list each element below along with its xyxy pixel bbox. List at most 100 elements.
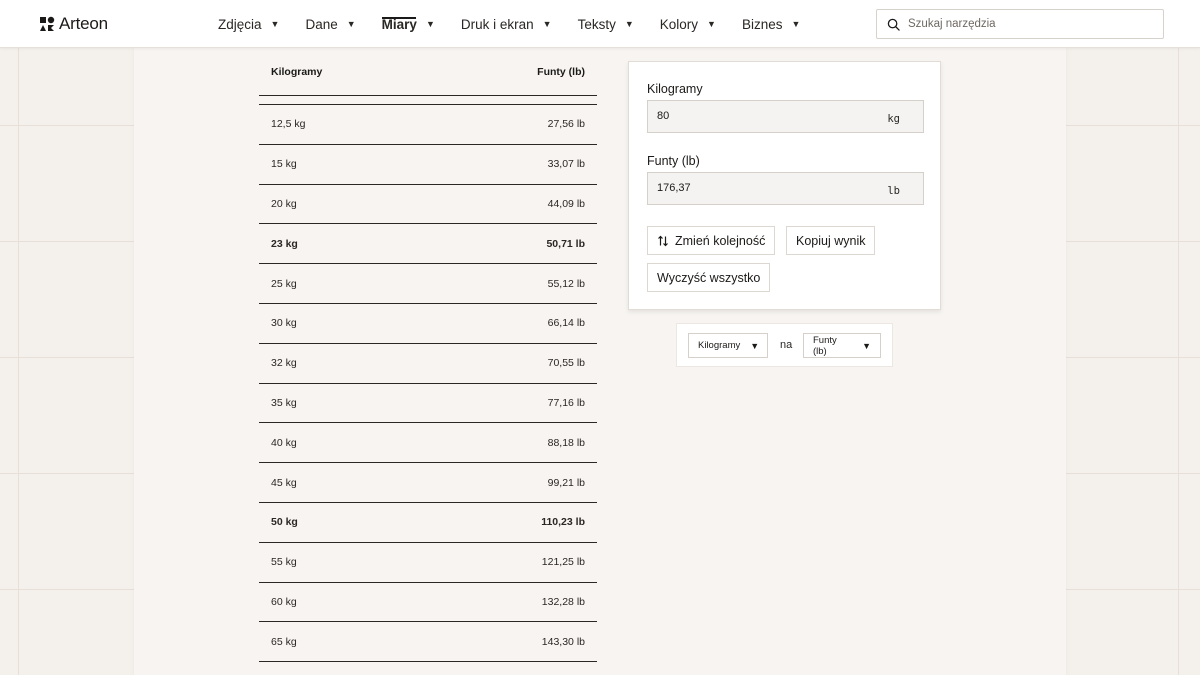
kilograms-cell: 65 kg xyxy=(271,635,297,648)
nav-item-label: Miary xyxy=(381,16,417,32)
chevron-down-icon: ▼ xyxy=(425,19,435,29)
nav-item-kolory[interactable]: Kolory ▼ xyxy=(660,0,716,48)
search-icon xyxy=(887,18,900,31)
conversion-table: Kilogramy Funty (lb) 12,5 kg 27,56 lb 15 k… xyxy=(259,48,597,675)
nav-item-label: Teksty xyxy=(577,16,616,32)
pounds-cell: 99,21 lb xyxy=(547,476,585,489)
nav-item-biznes[interactable]: Biznes ▼ xyxy=(742,0,800,48)
table-row: 30 kg 66,14 lb xyxy=(259,302,597,343)
table-row: 60 kg 132,28 lb xyxy=(259,581,597,622)
table-row: 12,5 kg 27,56 lb xyxy=(259,104,597,144)
table-row: 40 kg 88,18 lb xyxy=(259,422,597,462)
nav-item-label: Druk i ekran xyxy=(460,16,534,32)
to-unit-select[interactable]: Funty (lb) ▼ xyxy=(803,333,881,358)
brand-logo[interactable]: Arteon xyxy=(39,14,108,34)
table-row: 15 kg 33,07 lb xyxy=(259,143,597,184)
kilograms-cell: 45 kg xyxy=(271,476,297,489)
kilograms-cell: 35 kg xyxy=(271,396,297,409)
table-row: 25 kg 55,12 lb xyxy=(259,263,597,303)
kilograms-cell: 32 kg xyxy=(271,357,297,370)
chevron-down-icon: ▼ xyxy=(791,19,801,29)
table-row: 35 kg 77,16 lb xyxy=(259,382,597,423)
kilograms-cell: 25 kg xyxy=(271,277,297,290)
pounds-cell: 77,16 lb xyxy=(547,396,585,409)
kilograms-cell: 60 kg xyxy=(271,595,297,608)
copy-result-button[interactable]: Kopiuj wynik xyxy=(786,226,876,255)
top-navigation-bar: Arteon Zdjęcia ▼ Dane ▼ Miary ▼ Druk i ekran ▼ T… xyxy=(0,0,1200,48)
pounds-cell: 110,23 lb xyxy=(541,516,585,529)
main-nav: Zdjęcia ▼ Dane ▼ Miary ▼ Druk i ekran ▼ Teksty ▼ K… xyxy=(218,0,826,48)
brand-name: Arteon xyxy=(59,14,108,33)
from-field[interactable]: kg xyxy=(647,100,924,133)
table-row: 70 kg154,32 lb xyxy=(259,661,597,675)
table-row: 65 kg 143,30 lb xyxy=(259,621,597,661)
kilograms-cell: 50 kg xyxy=(271,516,298,529)
pounds-cell: 143,30 lb xyxy=(541,635,585,648)
nav-item-label: Zdjęcia xyxy=(218,16,262,32)
nav-item-dane[interactable]: Dane ▼ xyxy=(305,0,355,48)
chevron-down-icon: ▼ xyxy=(542,19,552,29)
pounds-cell: 121,25 lb xyxy=(541,556,585,569)
chevron-down-icon: ▼ xyxy=(624,19,634,29)
nav-item-druk-i-ekran[interactable]: Druk i ekran ▼ xyxy=(461,0,552,48)
to-field[interactable]: lb xyxy=(647,172,924,205)
pounds-cell: 132,28 lb xyxy=(541,595,585,608)
search-box[interactable] xyxy=(876,9,1164,39)
kilograms-cell: 15 kg xyxy=(271,158,297,171)
kilograms-cell: 12,5 kg xyxy=(271,118,306,131)
swap-arrows-icon xyxy=(658,235,668,246)
column-header-kilograms: Kilogramy xyxy=(271,65,323,78)
from-unit-select-value: Kilogramy xyxy=(698,340,741,351)
to-unit: lb xyxy=(887,185,900,197)
kilograms-cell: 55 kg xyxy=(271,556,297,569)
column-header-pounds: Funty (lb) xyxy=(537,65,585,78)
kilograms-input[interactable] xyxy=(657,110,857,122)
table-row: 55 kg 121,25 lb xyxy=(259,541,597,582)
nav-item-label: Biznes xyxy=(741,16,783,32)
arteon-logo-icon xyxy=(40,16,55,31)
pounds-input[interactable] xyxy=(657,182,857,194)
kilograms-cell: 23 kg xyxy=(271,237,298,250)
converter-card: Kilogramy kg Funty (lb) lb Zmień kolejno… xyxy=(628,61,941,310)
kilograms-cell: 40 kg xyxy=(271,436,297,449)
search-input[interactable] xyxy=(908,18,1148,30)
chevron-down-icon: ▼ xyxy=(707,19,716,29)
pounds-cell: 44,09 lb xyxy=(547,197,585,210)
unit-selector: Kilogramy ▼ na Funty (lb) ▼ xyxy=(676,323,893,367)
table-header: Kilogramy Funty (lb) xyxy=(259,48,597,96)
table-row: 23 kg 50,71 lb xyxy=(259,223,597,263)
nav-item-label: Kolory xyxy=(659,16,699,32)
chevron-down-icon: ▼ xyxy=(862,340,871,351)
pounds-cell: 33,07 lb xyxy=(547,158,585,171)
to-unit-select-value: Funty (lb) xyxy=(813,334,837,357)
clear-all-label: Wyczyść wszystko xyxy=(657,270,761,285)
chevron-down-icon: ▼ xyxy=(270,19,280,29)
chevron-down-icon: ▼ xyxy=(750,340,760,351)
from-unit: kg xyxy=(887,113,900,125)
nav-item-teksty[interactable]: Teksty ▼ xyxy=(578,0,634,48)
table-row: 20 kg 44,09 lb xyxy=(259,183,597,224)
nav-item-zdjęcia[interactable]: Zdjęcia ▼ xyxy=(218,0,279,48)
swap-order-button[interactable]: Zmień kolejność xyxy=(647,226,776,255)
to-field-label: Funty (lb) xyxy=(647,154,700,168)
pounds-cell: 66,14 lb xyxy=(547,317,585,330)
clear-all-button[interactable]: Wyczyść wszystko xyxy=(647,263,771,292)
pounds-cell: 50,71 lb xyxy=(546,237,585,250)
swap-order-label: Zmień kolejność xyxy=(675,233,766,248)
kilograms-cell: 30 kg xyxy=(271,317,297,330)
nav-item-label: Dane xyxy=(305,16,338,32)
table-row: 50 kg 110,23 lb xyxy=(259,501,597,542)
from-field-label: Kilogramy xyxy=(647,82,703,96)
pounds-cell: 27,56 lb xyxy=(547,118,585,131)
copy-result-label: Kopiuj wynik xyxy=(796,233,866,248)
kilograms-cell: 20 kg xyxy=(271,197,297,210)
pounds-cell: 55,12 lb xyxy=(547,277,585,290)
pounds-cell: 70,55 lb xyxy=(547,357,585,370)
table-row: 32 kg 70,55 lb xyxy=(259,342,597,383)
selector-connector: na xyxy=(780,339,793,351)
from-unit-select[interactable]: Kilogramy ▼ xyxy=(688,333,768,358)
table-row: 45 kg 99,21 lb xyxy=(259,462,597,502)
nav-item-miary[interactable]: Miary ▼ xyxy=(381,0,435,48)
chevron-down-icon: ▼ xyxy=(346,19,356,29)
table-body: 12,5 kg 27,56 lb 15 kg 33,07 lb 20 kg 44,09 l… xyxy=(259,104,597,675)
